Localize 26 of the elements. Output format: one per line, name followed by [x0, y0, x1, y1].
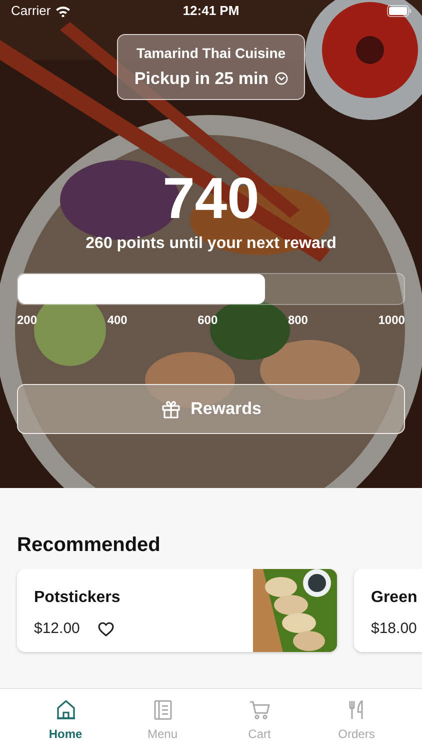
points-balance: 740 — [162, 167, 260, 231]
pickup-location-button[interactable]: Tamarind Thai Cuisine Pickup in 25 min — [117, 34, 305, 100]
wifi-icon — [54, 5, 71, 17]
item-price: $18.00 — [371, 619, 417, 639]
points-caption: 260 points until your next reward — [84, 234, 338, 254]
rewards-button[interactable]: Rewards — [17, 384, 405, 434]
heart-icon[interactable] — [98, 622, 114, 637]
battery-icon — [387, 5, 411, 17]
item-price: $12.00 — [34, 619, 80, 639]
tick-label: 800 — [288, 312, 308, 329]
item-name: Green — [371, 588, 418, 608]
pickup-time: Pickup in 25 min — [134, 68, 269, 90]
tick-label: 200 — [17, 312, 38, 329]
item-name: Potstickers — [34, 588, 122, 608]
tick-label: 1000 — [378, 312, 405, 329]
restaurant-name: Tamarind Thai Cuisine — [136, 44, 286, 63]
tick-label: 600 — [198, 312, 218, 329]
section-title: Recommended — [17, 533, 162, 558]
tick-label: 400 — [107, 312, 128, 329]
clock-time: 12:41 PM — [182, 2, 240, 20]
menu-item-card[interactable]: Green $18.00 — [354, 569, 422, 652]
tab-item[interactable]: Home — [17, 689, 114, 750]
carrier-label: Carrier — [11, 2, 51, 20]
gift-icon — [160, 399, 181, 419]
menu-item-card[interactable]: Potstickers $12.00 — [17, 569, 337, 652]
chevron-down-icon — [274, 72, 288, 85]
